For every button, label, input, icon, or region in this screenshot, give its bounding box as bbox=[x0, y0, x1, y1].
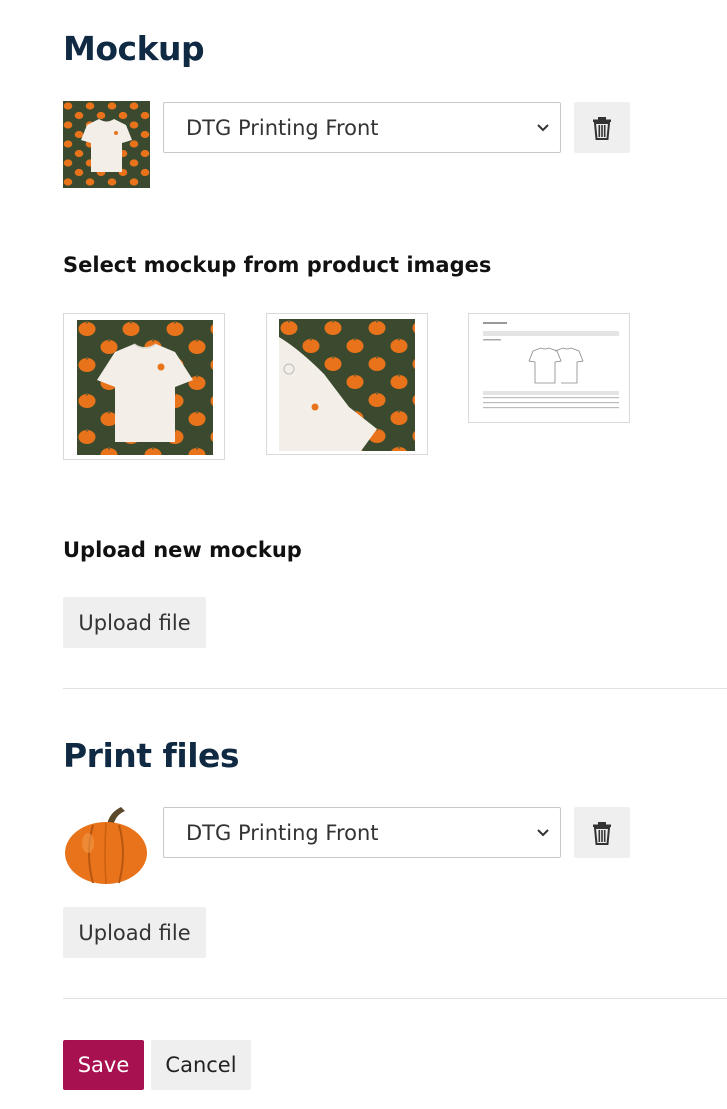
print-file-preview-image bbox=[63, 803, 150, 889]
trash-icon bbox=[593, 821, 611, 845]
delete-print-file-button[interactable] bbox=[574, 807, 630, 858]
print-files-title: Print files bbox=[63, 736, 240, 775]
tshirt-front-image bbox=[77, 320, 213, 455]
size-chart-image bbox=[475, 319, 625, 419]
trash-icon bbox=[593, 116, 611, 140]
delete-mockup-button[interactable] bbox=[574, 102, 630, 153]
tshirt-closeup-image bbox=[279, 319, 415, 451]
mockup-type-select-value: DTG Printing Front bbox=[186, 115, 379, 140]
chevron-down-icon bbox=[537, 829, 549, 837]
section-divider bbox=[63, 688, 727, 689]
print-file-type-select-value: DTG Printing Front bbox=[186, 820, 379, 845]
product-image-thumb-1[interactable] bbox=[63, 313, 225, 460]
upload-print-file-button[interactable]: Upload file bbox=[63, 907, 206, 958]
cancel-button[interactable]: Cancel bbox=[151, 1040, 251, 1090]
upload-mockup-button[interactable]: Upload file bbox=[63, 597, 206, 648]
mockup-type-select[interactable]: DTG Printing Front bbox=[163, 102, 561, 153]
section-divider bbox=[63, 998, 727, 999]
select-mockup-heading: Select mockup from product images bbox=[63, 253, 492, 277]
mockup-title: Mockup bbox=[63, 29, 205, 68]
save-button[interactable]: Save bbox=[63, 1040, 144, 1090]
chevron-down-icon bbox=[537, 124, 549, 132]
product-image-thumb-2[interactable] bbox=[266, 313, 428, 455]
upload-mockup-heading: Upload new mockup bbox=[63, 538, 302, 562]
product-image-thumb-3[interactable] bbox=[468, 313, 630, 423]
print-file-type-select[interactable]: DTG Printing Front bbox=[163, 807, 561, 858]
mockup-preview-image bbox=[63, 101, 150, 188]
